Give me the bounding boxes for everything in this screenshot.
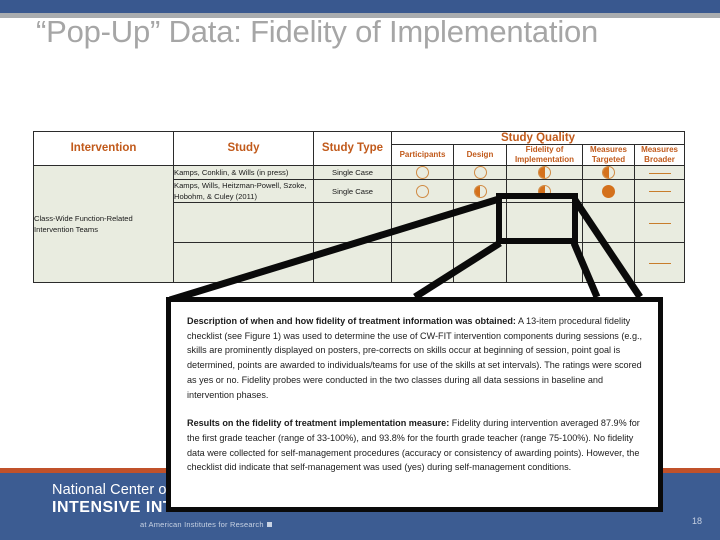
header-intervention-label: Intervention: [70, 142, 137, 154]
header-study-label: Study: [227, 142, 260, 154]
header-study-quality: Study Quality: [390, 131, 686, 145]
header-measures-broader: Measures Broader: [633, 144, 686, 166]
cell-design-rating: [453, 202, 507, 243]
header-study-type: Study Type: [313, 131, 392, 166]
page-number: 18: [691, 516, 702, 526]
half-circle-icon: [538, 166, 551, 179]
half-circle-icon: [602, 166, 615, 179]
empty-circle-icon: [416, 166, 429, 179]
cell-study-type: [313, 202, 392, 243]
cell-participants-rating: [391, 165, 454, 180]
cell-study: [173, 202, 314, 243]
cell-study-type: [313, 242, 392, 283]
header-fidelity-of-implementation: Fidelity of Implementation: [506, 144, 583, 166]
popup-paragraph-2: Results on the fidelity of treatment imp…: [187, 416, 644, 475]
cell-fidelity-rating: [506, 179, 583, 203]
header-study-type-label: Study Type: [321, 142, 384, 154]
header-intervention: Intervention: [33, 131, 174, 166]
logo-subtitle: at American Institutes for Research: [140, 520, 272, 529]
half-circle-icon: [473, 184, 487, 198]
header-study: Study: [173, 131, 314, 166]
cell-participants-rating: [391, 179, 454, 203]
cell-fidelity-rating: [506, 242, 583, 283]
cell-measures-broader-rating: [633, 202, 686, 243]
empty-circle-icon: [416, 184, 429, 198]
cell-measures-broader-rating: [633, 242, 686, 283]
cell-design-rating: [453, 242, 507, 283]
cell-measures-broader-rating: [633, 165, 686, 180]
page-title: “Pop-Up” Data: Fidelity of Implementatio…: [36, 14, 599, 49]
cell-measures-targeted-rating: [582, 179, 635, 203]
cell-fidelity-rating: [506, 165, 583, 180]
cell-measures-targeted-rating: [582, 242, 635, 283]
half-circle-icon: [538, 184, 551, 198]
cell-measures-broader-rating: [633, 179, 686, 203]
cell-study: [173, 242, 314, 283]
logo-subtitle-text: at American Institutes for Research: [140, 520, 264, 529]
fidelity-table: Intervention Study Study Type Study Qual…: [33, 131, 686, 283]
cell-participants-rating: [391, 202, 454, 243]
cell-study: Kamps, Conklin, & Wills (in press): [173, 165, 314, 180]
table-row: Class-Wide Function-Related Intervention…: [33, 165, 686, 283]
square-bullet-icon: [266, 522, 272, 527]
dash-icon: [648, 262, 671, 264]
cell-intervention-name: Class-Wide Function-Related Intervention…: [33, 165, 174, 283]
cell-study-type: Single Case: [313, 165, 392, 180]
popup-paragraph-1-lead: Description of when and how fidelity of …: [187, 316, 516, 326]
fidelity-table-container: Intervention Study Study Type Study Qual…: [33, 131, 686, 283]
dash-icon: [648, 172, 671, 174]
header-design: Design: [453, 144, 507, 166]
empty-circle-icon: [473, 166, 487, 179]
full-circle-icon: [602, 184, 615, 198]
cell-design-rating: [453, 165, 507, 180]
header-participants: Participants: [391, 144, 454, 166]
popup-paragraph-1-body: A 13-item procedural fidelity checklist …: [187, 316, 643, 400]
popup-detail-box: Description of when and how fidelity of …: [166, 297, 663, 512]
cell-design-rating: [453, 179, 507, 203]
popup-paragraph-2-lead: Results on the fidelity of treatment imp…: [187, 418, 450, 429]
popup-paragraph-1: Description of when and how fidelity of …: [187, 314, 644, 402]
dash-icon: [648, 191, 671, 192]
cell-fidelity-rating: [506, 202, 583, 243]
cell-participants-rating: [391, 242, 454, 283]
cell-measures-targeted-rating: [582, 202, 635, 243]
cell-study: Kamps, Wills, Heitzman-Powell, Szoke, Ho…: [173, 179, 314, 203]
cell-measures-targeted-rating: [582, 165, 635, 180]
dash-icon: [648, 222, 671, 224]
header-measures-targeted: Measures Targeted: [582, 144, 635, 166]
table-header-row-group: Intervention Study Study Type Study Qual…: [33, 131, 686, 166]
cell-study-type: Single Case: [313, 179, 392, 203]
